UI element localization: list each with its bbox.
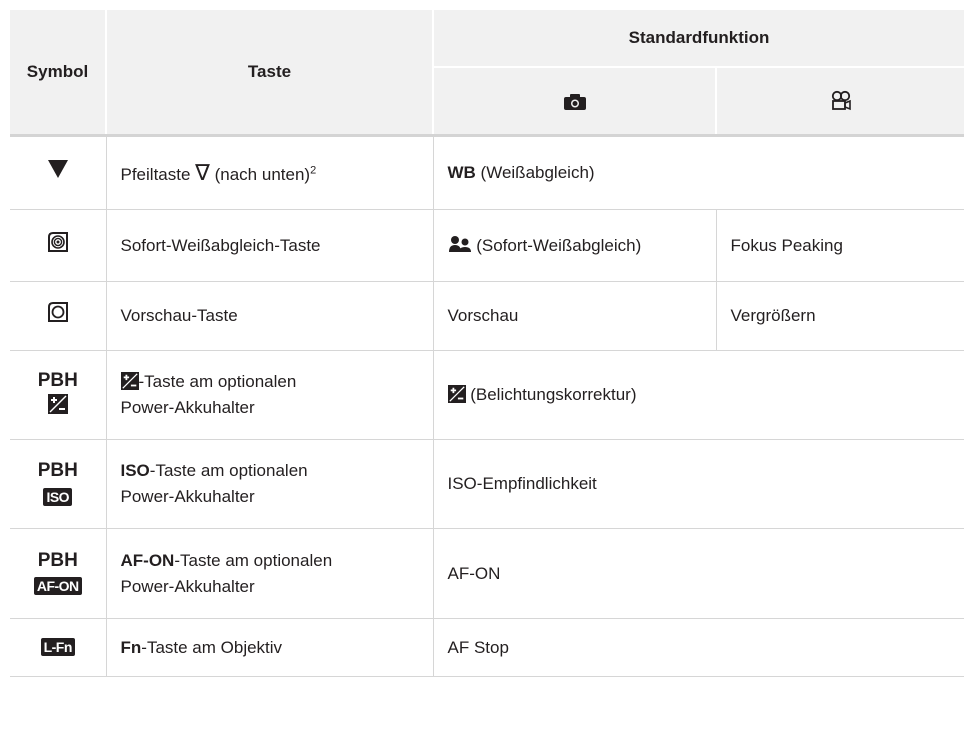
exposure-compensation-icon xyxy=(447,385,466,403)
table-row: Pfeiltaste ∇ (nach unten)2 WB (Weißabgle… xyxy=(10,135,964,210)
taste-line1: -Taste am optionalen xyxy=(174,550,333,570)
header-photo xyxy=(432,67,716,137)
symbol-cell xyxy=(10,281,106,351)
symbol-pbh: PBH xyxy=(37,460,78,481)
taste-cell: Sofort-Weißabgleich-Taste xyxy=(105,209,433,282)
function-text: (Weißabgleich) xyxy=(475,163,595,182)
symbol-cell: PBH ISO xyxy=(10,439,106,529)
symbol-pbh: PBH xyxy=(37,549,78,571)
taste-cell: -Taste am optionalen Power-Akkuhalter xyxy=(105,350,433,440)
movie-function-cell: Vergrößern xyxy=(715,281,964,351)
table-row: Vorschau-Taste Vorschau Vergrößern xyxy=(10,281,964,351)
preview-button-icon xyxy=(47,302,68,322)
table-row: PBH AF-ON AF-ON-Taste am optionalen Powe… xyxy=(10,528,964,619)
footnote-ref: 2 xyxy=(310,164,317,177)
down-arrow-glyph: ∇ xyxy=(195,160,210,185)
symbol-cell: PBH AF-ON xyxy=(10,528,106,619)
function-cell: AF Stop xyxy=(432,618,964,677)
symbol-cell: L-Fn xyxy=(10,618,106,677)
taste-bold: Fn xyxy=(120,637,142,657)
taste-cell: Fn-Taste am Objektiv xyxy=(105,618,433,677)
taste-suffix: (nach unten) xyxy=(209,165,311,184)
symbol-cell xyxy=(10,209,106,282)
function-bold: WB xyxy=(447,163,476,182)
exposure-compensation-icon xyxy=(120,372,139,390)
one-touch-wb-button-icon xyxy=(47,231,68,252)
camera-icon xyxy=(563,93,586,110)
iso-badge-icon: ISO xyxy=(43,487,73,506)
function-cell: ISO-Empfindlichkeit xyxy=(432,439,964,529)
taste-line1: -Taste am optionalen xyxy=(138,372,297,391)
taste-cell: Pfeiltaste ∇ (nach unten)2 xyxy=(105,135,433,210)
taste-label: Pfeiltaste xyxy=(120,165,191,184)
l-fn-badge-icon: L-Fn xyxy=(40,638,75,657)
photo-function-cell: Vorschau xyxy=(432,281,716,351)
movie-camera-icon xyxy=(831,90,851,111)
taste-line2: Power-Akkuhalter xyxy=(120,398,255,417)
taste-cell: AF-ON-Taste am optionalen Power-Akkuhalt… xyxy=(105,528,433,619)
taste-line2: Power-Akkuhalter xyxy=(120,487,255,506)
taste-line2: Power-Akkuhalter xyxy=(120,576,255,596)
exposure-compensation-icon xyxy=(47,394,68,414)
table-row: Sofort-Weißabgleich-Taste (Sofort-Weißab… xyxy=(10,209,964,282)
function-text: (Belichtungskorrektur) xyxy=(465,385,637,404)
function-table: Symbol Taste Standardfunktion Pfeiltaste… xyxy=(10,10,964,677)
function-cell: (Belichtungskorrektur) xyxy=(432,350,964,440)
function-cell: AF-ON xyxy=(432,528,964,619)
down-triangle-icon xyxy=(47,160,68,178)
af-on-badge-icon: AF-ON xyxy=(33,577,82,596)
taste-bold: ISO xyxy=(120,461,150,480)
taste-line1: -Taste am optionalen xyxy=(149,461,308,480)
taste-line1: -Taste am Objektiv xyxy=(141,637,283,657)
taste-cell: ISO-Taste am optionalen Power-Akkuhalter xyxy=(105,439,433,529)
one-touch-wb-icon xyxy=(448,236,471,252)
symbol-cell: PBH xyxy=(10,350,106,440)
table-row: PBH -Taste am optionalen Power-Akkuhalte… xyxy=(10,350,964,440)
table-row: PBH ISO ISO-Taste am optionalen Power-Ak… xyxy=(10,439,964,529)
symbol-pbh: PBH xyxy=(37,370,78,391)
header-standardfunktion: Standardfunktion xyxy=(432,10,964,68)
function-cell: WB (Weißabgleich) xyxy=(432,135,964,210)
taste-bold: AF-ON xyxy=(120,550,175,570)
movie-function-cell: Fokus Peaking xyxy=(715,209,964,282)
header-taste: Taste xyxy=(105,10,433,137)
taste-cell: Vorschau-Taste xyxy=(105,281,433,351)
header-symbol: Symbol xyxy=(10,10,106,137)
header-movie xyxy=(715,67,964,137)
photo-function-cell: (Sofort-Weißabgleich) xyxy=(432,209,716,282)
table-row: L-Fn Fn-Taste am Objektiv AF Stop xyxy=(10,618,964,677)
symbol-cell xyxy=(10,135,106,210)
photo-function-text: (Sofort-Weißabgleich) xyxy=(471,236,642,255)
